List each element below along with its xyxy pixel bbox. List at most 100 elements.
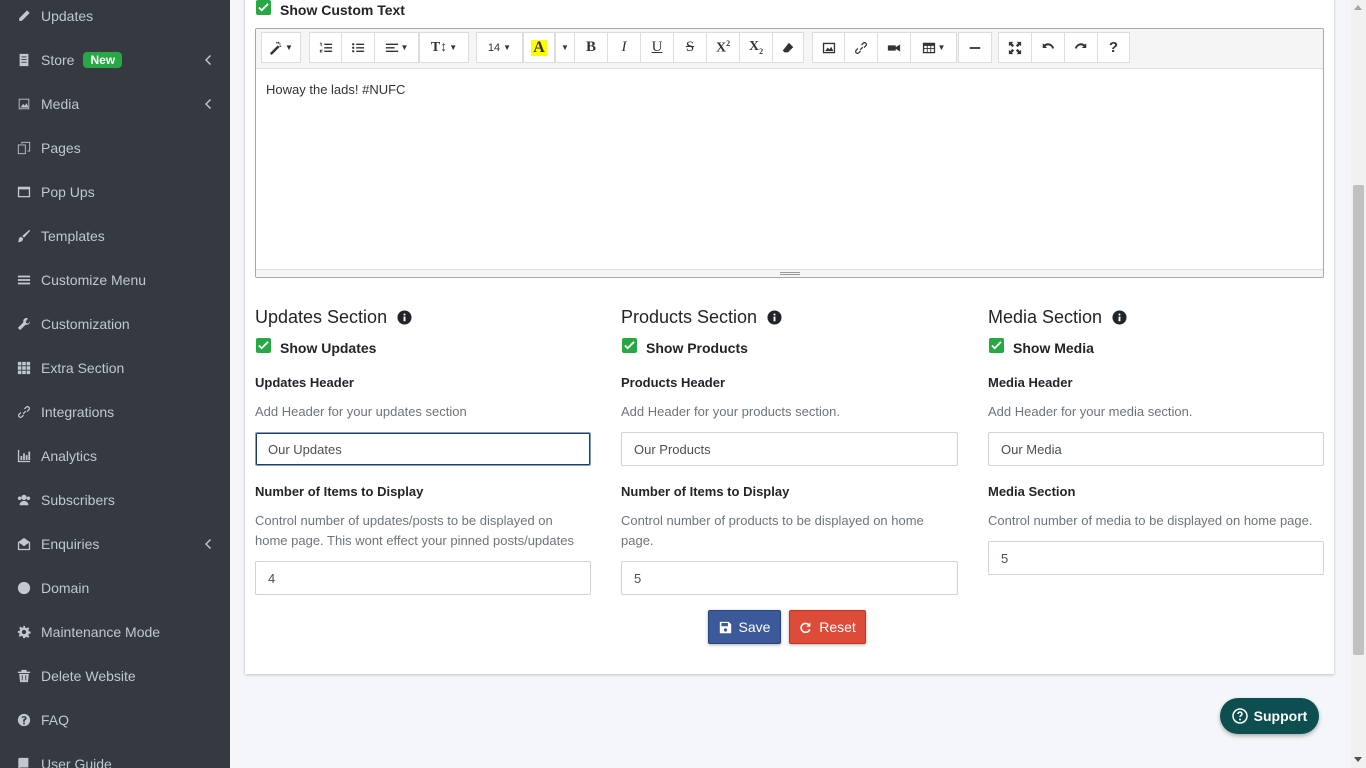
window-icon [17,185,31,199]
media-header-input[interactable]: Our Media [988,432,1324,466]
sidebar-item-domain[interactable]: Domain [0,566,230,610]
question-icon: ? [1108,39,1119,56]
font-color-icon: A [531,38,547,56]
info-icon[interactable] [397,310,412,325]
sidebar-item-label: Extra Section [41,360,125,376]
scroll-down-arrow-icon[interactable] [1354,757,1362,762]
fullscreen-button[interactable] [998,32,1032,63]
table-icon [922,42,935,53]
insert-image-button[interactable] [812,32,845,63]
show-updates-checkbox[interactable] [256,338,271,353]
show-products-checkbox[interactable] [622,338,637,353]
updates-header-input[interactable]: Our Updates [255,432,591,466]
minus-icon [969,46,981,49]
paragraph-align-button[interactable]: ▼ [374,32,419,63]
media-section-title: Media Section [988,307,1127,328]
sidebar: Updates Store New Media Pages Pop Ups Te… [0,0,230,768]
link-icon [855,41,867,54]
media-header-help: Add Header for your media section. [988,404,1193,419]
sidebar-item-customize-menu[interactable]: Customize Menu [0,258,230,302]
undo-icon [1042,42,1055,49]
sidebar-item-templates[interactable]: Templates [0,214,230,258]
editor-toolbar: ▼ ▼ T↕ ▼ 14 ▼ A ▼ B I U S X2 X2 ▼ ? [256,29,1323,69]
show-custom-text-label: Show Custom Text [280,2,405,18]
updates-count-input[interactable]: 4 [255,561,591,595]
clear-format-button[interactable] [772,32,804,63]
show-custom-text-checkbox[interactable] [256,0,271,15]
sidebar-item-delete-website[interactable]: Delete Website [0,654,230,698]
text-height-button[interactable]: T↕ ▼ [419,32,469,63]
page-scrollbar[interactable] [1351,0,1366,768]
grid-icon [17,361,31,375]
sidebar-item-media[interactable]: Media [0,82,230,126]
scroll-up-arrow-icon[interactable] [1354,5,1362,10]
sidebar-item-pages[interactable]: Pages [0,126,230,170]
question-circle-icon [1231,708,1248,724]
sidebar-item-store[interactable]: Store New [0,38,230,82]
magic-wand-button[interactable]: ▼ [261,32,301,63]
scrollbar-thumb[interactable] [1353,185,1364,655]
sidebar-item-maintenance-mode[interactable]: Maintenance Mode [0,610,230,654]
editor-content[interactable]: Howay the lads! #NUFC [266,82,405,97]
products-header-label: Products Header [621,375,726,390]
products-count-label: Number of Items to Display [621,484,790,499]
media-count-input[interactable]: 5 [988,541,1324,575]
sidebar-item-label: Enquiries [41,536,100,552]
sidebar-item-enquiries[interactable]: Enquiries [0,522,230,566]
underline-button[interactable]: U [640,32,674,63]
sidebar-item-popups[interactable]: Pop Ups [0,170,230,214]
sidebar-item-analytics[interactable]: Analytics [0,434,230,478]
text-color-button[interactable]: A [523,32,555,63]
sidebar-item-integrations[interactable]: Integrations [0,390,230,434]
rich-text-editor: ▼ ▼ T↕ ▼ 14 ▼ A ▼ B I U S X2 X2 ▼ ? Howa… [255,28,1324,278]
ordered-list-button[interactable] [309,32,342,63]
show-media-checkbox[interactable] [989,338,1004,353]
unordered-list-button[interactable] [341,32,375,63]
editor-resize-handle[interactable] [256,269,1323,277]
reset-button[interactable]: Reset [789,610,866,644]
sidebar-item-faq[interactable]: FAQ [0,698,230,742]
redo-button[interactable] [1064,32,1098,63]
sidebar-item-label: Delete Website [41,668,136,684]
book-icon [17,757,31,768]
italic-icon: I [621,39,627,55]
save-button[interactable]: Save [708,610,781,644]
superscript-button[interactable]: X2 [706,32,740,63]
redo-icon [1074,42,1087,49]
media-count-label: Media Section [988,484,1076,499]
insert-table-button[interactable]: ▼ [910,32,957,63]
italic-button[interactable]: I [607,32,641,63]
check-icon [258,3,269,12]
floppy-disk-icon [719,621,731,633]
font-size-button[interactable]: 14 ▼ [476,32,523,63]
sidebar-item-label: Domain [41,580,90,596]
info-icon[interactable] [1112,310,1127,325]
check-icon [624,341,635,350]
undo-button[interactable] [1031,32,1065,63]
color-dropdown-button[interactable]: ▼ [555,32,575,63]
support-button[interactable]: Support [1220,698,1319,734]
bold-button[interactable]: B [574,32,608,63]
sidebar-item-user-guide[interactable]: User Guide [0,742,230,768]
strikethrough-button[interactable]: S [673,32,707,63]
sidebar-item-extra-section[interactable]: Extra Section [0,346,230,390]
store-icon [17,53,31,67]
sidebar-item-customization[interactable]: Customization [0,302,230,346]
insert-video-button[interactable] [877,32,911,63]
products-header-input[interactable]: Our Products [621,432,958,466]
help-button[interactable]: ? [1097,32,1130,63]
sidebar-item-label: Maintenance Mode [41,624,161,640]
sidebar-item-label: Integrations [41,404,115,420]
horizontal-rule-button[interactable] [958,32,992,63]
info-icon[interactable] [767,310,782,325]
subscript-button[interactable]: X2 [739,32,773,63]
show-updates-label: Show Updates [280,340,377,356]
insert-link-button[interactable] [844,32,878,63]
question-icon [17,713,31,727]
sidebar-item-subscribers[interactable]: Subscribers [0,478,230,522]
products-header-help: Add Header for your products section. [621,404,840,419]
sidebar-item-updates[interactable]: Updates [0,0,230,38]
check-icon [258,341,269,350]
new-badge: New [83,52,123,68]
products-count-input[interactable]: 5 [621,561,958,595]
